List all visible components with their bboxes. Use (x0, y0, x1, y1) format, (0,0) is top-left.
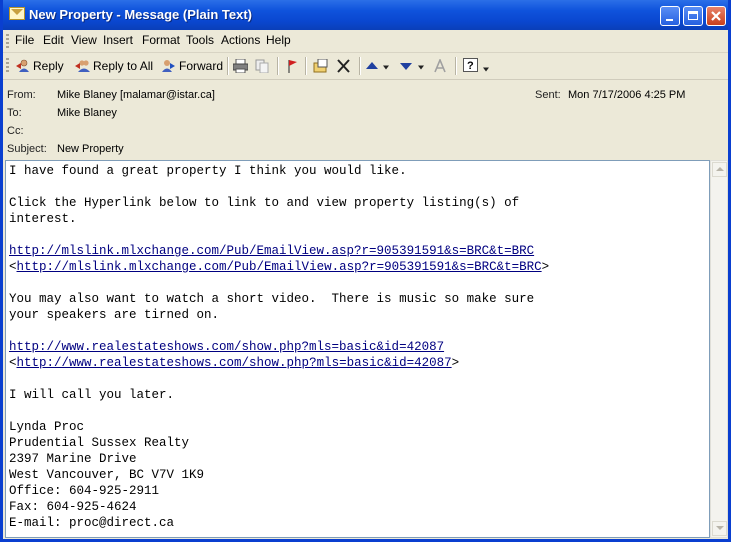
to-value[interactable]: Mike Blaney (57, 107, 117, 119)
from-value[interactable]: Mike Blaney [malamar@istar.ca] (57, 89, 215, 101)
subject-value: New Property (57, 143, 124, 155)
toolbar-separator (277, 57, 279, 75)
title-bar[interactable]: New Property - Message (Plain Text) (3, 0, 728, 30)
video-link-bracketed[interactable]: <http://www.realestateshows.com/show.php… (9, 355, 459, 371)
menu-file[interactable]: File (15, 33, 34, 47)
signature-city: West Vancouver, BC V7V 1K9 (9, 468, 205, 482)
vertical-scrollbar[interactable] (710, 160, 728, 538)
reply-button[interactable]: Reply (13, 56, 65, 76)
maximize-button[interactable] (683, 6, 703, 26)
toolbar: Reply Reply to All Forward ? (3, 53, 728, 80)
toolbar-separator (359, 57, 361, 75)
scroll-up-button[interactable] (712, 162, 727, 177)
menubar-grip[interactable] (6, 34, 9, 48)
signature-name: Lynda Proc (9, 420, 85, 434)
message-window: New Property - Message (Plain Text) File… (0, 0, 731, 542)
signature-fax: Fax: 604-925-4624 (9, 500, 137, 514)
toolbar-separator (305, 57, 307, 75)
reply-all-label: Reply to All (93, 59, 154, 73)
forward-button[interactable]: Forward (159, 56, 223, 76)
menu-tools[interactable]: Tools (186, 33, 214, 47)
close-button[interactable] (706, 6, 726, 26)
menu-help[interactable]: Help (266, 33, 291, 47)
menu-actions[interactable]: Actions (221, 33, 260, 47)
close-icon (711, 11, 721, 21)
signature-company: Prudential Sussex Realty (9, 436, 190, 450)
subject-label: Subject: (7, 143, 47, 155)
message-header: From: Mike Blaney [malamar@istar.ca] Sen… (3, 80, 728, 158)
from-label: From: (7, 89, 36, 101)
signature-office: Office: 604-925-2911 (9, 484, 160, 498)
menu-bar: File Edit View Insert Format Tools Actio… (3, 30, 728, 53)
reply-all-button[interactable]: Reply to All (73, 56, 154, 76)
menu-format[interactable]: Format (142, 33, 180, 47)
forward-icon (162, 60, 175, 72)
body-line: I have found a great property I think yo… (9, 164, 407, 178)
forward-label: Forward (179, 59, 224, 73)
reply-all-icon (75, 60, 90, 72)
to-label: To: (7, 107, 22, 119)
help-icon[interactable]: ? (463, 58, 478, 72)
cc-label: Cc: (7, 125, 24, 137)
chevron-down-icon[interactable] (483, 63, 490, 77)
body-line: Click the Hyperlink below to link to and… (9, 196, 520, 210)
window-title: New Property - Message (Plain Text) (29, 7, 252, 22)
svg-text:?: ? (467, 60, 474, 72)
body-line: I will call you later. (9, 388, 175, 402)
minimize-button[interactable] (660, 6, 680, 26)
chevron-down-icon[interactable] (418, 61, 425, 75)
listing-link-text[interactable]: http://mlslink.mlxchange.com/Pub/EmailVi… (9, 244, 534, 258)
print-icon[interactable] (233, 59, 248, 73)
menu-edit[interactable]: Edit (43, 33, 64, 47)
toolbar-grip[interactable] (6, 58, 9, 74)
video-link-text[interactable]: http://www.realestateshows.com/show.php?… (9, 340, 444, 354)
copy-icon[interactable] (255, 59, 270, 73)
body-line: You may also want to watch a short video… (9, 292, 535, 306)
delete-icon[interactable] (336, 59, 351, 73)
signature-email: E-mail: proc@direct.ca (9, 516, 175, 530)
move-to-folder-icon[interactable] (313, 59, 328, 73)
listing-link-bracketed[interactable]: <http://mlslink.mlxchange.com/Pub/EmailV… (9, 259, 549, 275)
signature-street: 2397 Marine Drive (9, 452, 137, 466)
body-line: interest. (9, 212, 77, 226)
menu-view[interactable]: View (71, 33, 97, 47)
listing-link[interactable]: http://mlslink.mlxchange.com/Pub/EmailVi… (9, 243, 534, 259)
video-link[interactable]: http://www.realestateshows.com/show.php?… (9, 339, 444, 355)
toolbar-separator (455, 57, 457, 75)
message-body[interactable]: I have found a great property I think yo… (5, 160, 710, 538)
sent-label: Sent: (535, 89, 561, 101)
previous-item-icon[interactable] (365, 59, 380, 73)
body-line: your speakers are tirned on. (9, 308, 220, 322)
reply-icon (16, 59, 29, 72)
scroll-down-button[interactable] (712, 521, 727, 536)
sent-value: Mon 7/17/2006 4:25 PM (568, 89, 686, 101)
envelope-icon (9, 7, 25, 20)
flag-icon[interactable] (285, 59, 300, 73)
video-link-bracketed-text[interactable]: http://www.realestateshows.com/show.php?… (17, 356, 452, 370)
menu-insert[interactable]: Insert (103, 33, 133, 47)
chevron-down-icon[interactable] (383, 61, 390, 75)
listing-link-bracketed-text[interactable]: http://mlslink.mlxchange.com/Pub/EmailVi… (17, 260, 542, 274)
format-text-icon[interactable] (433, 59, 448, 73)
next-item-icon[interactable] (399, 59, 414, 73)
toolbar-separator (227, 57, 229, 75)
reply-label: Reply (33, 59, 64, 73)
